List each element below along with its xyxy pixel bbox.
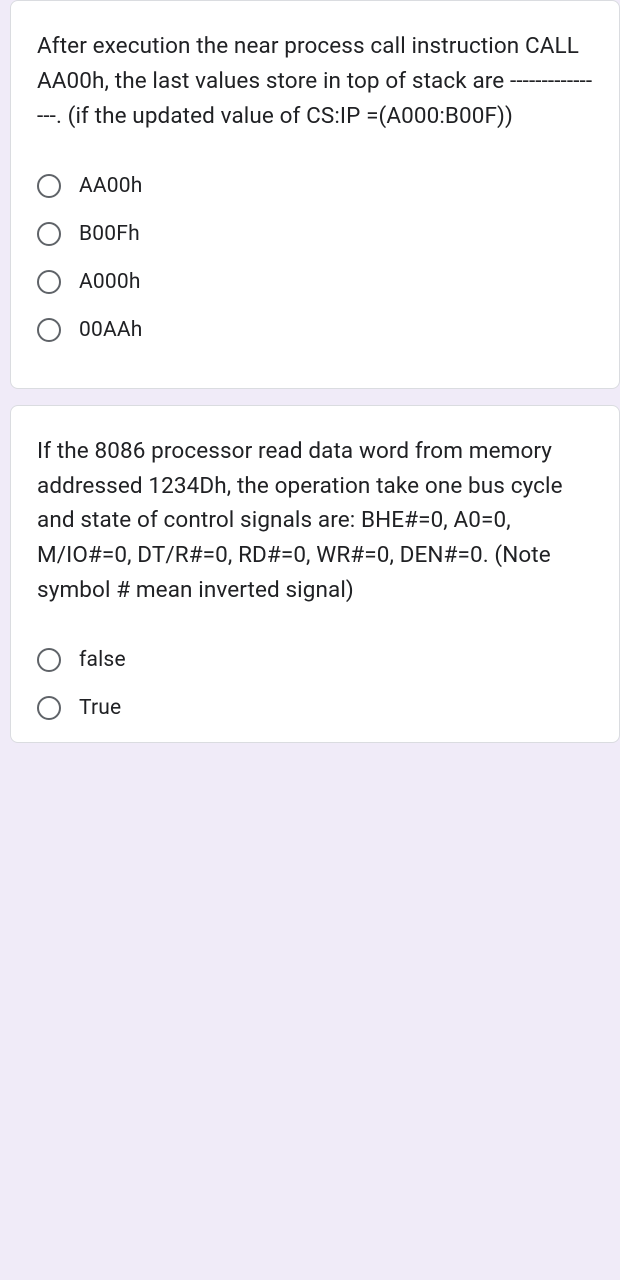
radio-icon (37, 648, 61, 672)
radio-icon (37, 222, 61, 246)
radio-option[interactable]: True (37, 684, 593, 732)
radio-option[interactable]: false (37, 636, 593, 684)
options-group: AA00h B00Fh A000h 00AAh (37, 162, 593, 354)
radio-option[interactable]: A000h (37, 258, 593, 306)
question-text: After execution the near process call in… (37, 29, 593, 134)
option-label: 00AAh (79, 318, 143, 342)
radio-icon (37, 174, 61, 198)
options-group: false True (37, 636, 593, 732)
question-card: After execution the near process call in… (10, 0, 620, 389)
radio-option[interactable]: AA00h (37, 162, 593, 210)
question-card: If the 8086 processor read data word fro… (10, 405, 620, 743)
option-label: false (79, 648, 126, 672)
option-label: True (79, 696, 121, 720)
radio-icon (37, 318, 61, 342)
question-text: If the 8086 processor read data word fro… (37, 434, 593, 608)
radio-option[interactable]: 00AAh (37, 306, 593, 354)
option-label: A000h (79, 270, 141, 294)
option-label: B00Fh (79, 222, 140, 246)
radio-option[interactable]: B00Fh (37, 210, 593, 258)
radio-icon (37, 696, 61, 720)
radio-icon (37, 270, 61, 294)
option-label: AA00h (79, 174, 143, 198)
